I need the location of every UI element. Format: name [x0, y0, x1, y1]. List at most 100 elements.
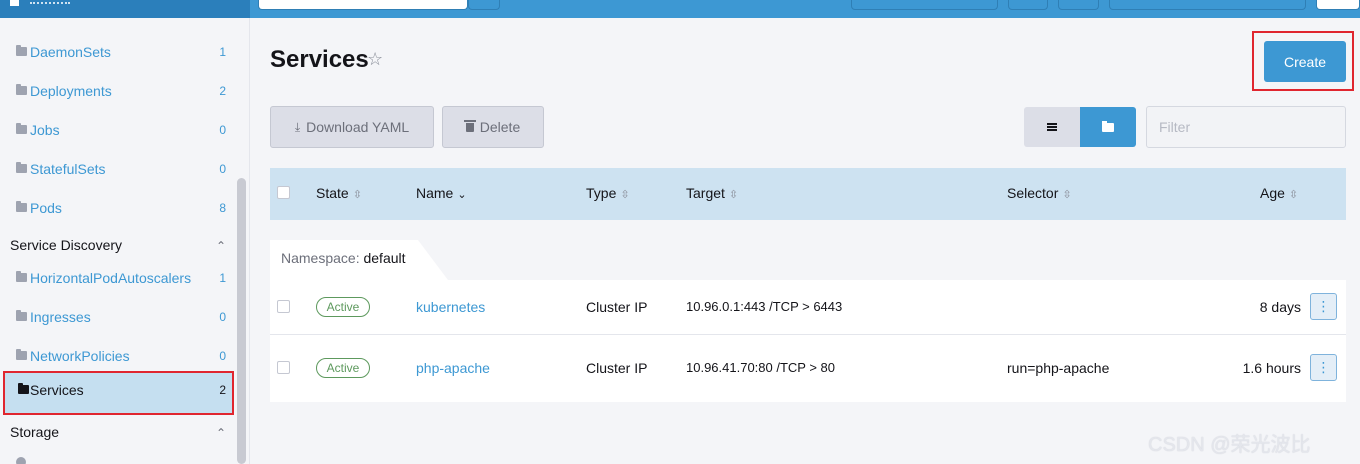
sidebar-item-pods[interactable]: Pods 8	[0, 189, 236, 227]
chevron-up-icon[interactable]: ⌃	[216, 426, 226, 440]
table-row[interactable]: Active php-apache Cluster IP 10.96.41.70…	[270, 334, 1346, 394]
select-all-checkbox[interactable]	[277, 186, 290, 199]
sidebar-item-label: Ingresses	[30, 309, 91, 325]
folder-icon	[16, 310, 27, 321]
star-icon[interactable]: ☆	[367, 49, 383, 70]
service-type: Cluster IP	[586, 360, 648, 376]
status-badge: Active	[316, 358, 370, 378]
sidebar-item-count: 1	[219, 45, 226, 59]
services-table: State ⇳ Name ⌄ Type ⇳ Target ⇳ Selector ⇳ Age…	[270, 168, 1346, 402]
download-yaml-label: Download YAML	[306, 119, 410, 135]
sidebar-item-label: HorizontalPodAutoscalers	[30, 270, 192, 286]
sidebar-item-label: DaemonSets	[30, 44, 111, 60]
column-header-target[interactable]: Target ⇳	[686, 185, 738, 201]
row-actions-button[interactable]: ⋮	[1310, 293, 1337, 320]
list-view-toggle[interactable]	[1024, 107, 1080, 147]
namespace-value: default	[363, 250, 406, 266]
sidebar-item-networkpolicies[interactable]: NetworkPolicies 0	[0, 337, 236, 375]
table-row[interactable]: Active kubernetes Cluster IP 10.96.0.1:4…	[270, 280, 1346, 340]
folder-icon	[16, 84, 27, 95]
service-age: 1.6 hours	[1242, 360, 1301, 376]
sidebar-scrollbar[interactable]	[237, 178, 246, 464]
column-label: Selector	[1007, 185, 1059, 201]
sidebar-item-daemonsets[interactable]: DaemonSets 1	[0, 33, 236, 71]
sidebar-item-count: 0	[219, 123, 226, 137]
namespace-group-label: Namespace: default	[270, 240, 448, 280]
service-target: 10.96.0.1:443 /TCP > 6443	[686, 299, 843, 314]
menu-icon[interactable]	[10, 0, 19, 6]
storage-item-icon-cropped	[16, 457, 26, 464]
sidebar-item-count: 2	[219, 84, 226, 98]
create-button[interactable]: Create	[1264, 41, 1346, 82]
delete-label: Delete	[479, 119, 521, 135]
sort-icon: ⇳	[352, 189, 362, 201]
topbar-button-1[interactable]	[851, 0, 998, 10]
column-label: Target	[686, 185, 725, 201]
sidebar-item-count: 2	[219, 383, 226, 397]
cluster-name-cropped	[30, 0, 70, 4]
user-menu-button[interactable]	[1316, 0, 1360, 10]
namespace-label: Namespace:	[281, 250, 360, 266]
sidebar-item-label: Services	[30, 382, 84, 398]
sort-down-icon: ⌄	[457, 189, 467, 201]
top-bar	[0, 0, 1360, 18]
table-header: State ⇳ Name ⌄ Type ⇳ Target ⇳ Selector ⇳ Age…	[270, 168, 1346, 220]
folder-icon	[16, 123, 27, 134]
column-label: Type	[586, 185, 617, 201]
group-by-namespace-toggle[interactable]	[1080, 107, 1136, 147]
sidebar-item-label: StatefulSets	[30, 161, 106, 177]
column-header-name[interactable]: Name ⌄	[416, 185, 467, 201]
service-name-link[interactable]: php-apache	[416, 360, 490, 376]
column-header-type[interactable]: Type ⇳	[586, 185, 630, 201]
column-label: State	[316, 185, 349, 201]
chevron-up-icon[interactable]: ⌃	[216, 239, 226, 253]
service-selector: run=php-apache	[1007, 360, 1110, 376]
sidebar-item-jobs[interactable]: Jobs 0	[0, 111, 236, 149]
sort-icon: ⇳	[728, 189, 739, 201]
sidebar-item-ingresses[interactable]: Ingresses 0	[0, 298, 236, 336]
sidebar-item-hpa[interactable]: HorizontalPodAutoscalers 1	[0, 259, 236, 297]
sidebar-item-count: 0	[219, 310, 226, 324]
sidebar-item-count: 1	[219, 271, 226, 285]
delete-button[interactable]: Delete	[442, 106, 544, 148]
sidebar-item-deployments[interactable]: Deployments 2	[0, 72, 236, 110]
sidebar-item-services[interactable]: Services 2	[3, 371, 234, 415]
folder-icon	[16, 162, 27, 173]
sort-icon: ⇳	[1288, 189, 1299, 201]
sidebar-item-label: Jobs	[30, 122, 60, 138]
service-name-link[interactable]: kubernetes	[416, 299, 485, 315]
cluster-selector[interactable]	[258, 0, 468, 10]
sort-icon: ⇳	[1062, 189, 1072, 201]
watermark: CSDN @荣光波比	[1148, 434, 1311, 456]
topbar-button-4[interactable]	[1109, 0, 1306, 10]
folder-icon	[16, 349, 27, 360]
folder-icon	[16, 45, 27, 56]
column-header-selector[interactable]: Selector ⇳	[1007, 185, 1072, 201]
folder-icon	[16, 271, 27, 282]
row-checkbox[interactable]	[277, 300, 290, 313]
list-icon	[1047, 123, 1057, 131]
status-badge: Active	[316, 297, 370, 317]
sidebar-item-count: 0	[219, 162, 226, 176]
download-yaml-button[interactable]: ⤓ Download YAML	[270, 106, 434, 148]
column-header-age[interactable]: Age ⇳	[1260, 185, 1298, 201]
folder-icon	[16, 201, 27, 212]
service-target: 10.96.41.70:80 /TCP > 80	[686, 360, 836, 375]
sidebar-group-storage[interactable]: Storage	[10, 424, 59, 440]
column-header-state[interactable]: State ⇳	[316, 185, 362, 201]
sidebar-item-count: 8	[219, 201, 226, 215]
service-age: 8 days	[1259, 299, 1301, 315]
cluster-selector-arrow[interactable]	[468, 0, 500, 10]
topbar-button-3[interactable]	[1058, 0, 1099, 10]
row-checkbox[interactable]	[277, 361, 290, 374]
sidebar-group-service-discovery[interactable]: Service Discovery	[10, 237, 122, 253]
row-actions-button[interactable]: ⋮	[1310, 354, 1337, 381]
topbar-button-2[interactable]	[1008, 0, 1048, 10]
download-icon: ⤓	[294, 119, 301, 134]
sidebar-item-label: NetworkPolicies	[30, 348, 130, 364]
sidebar-item-label: Pods	[30, 200, 62, 216]
sidebar-item-statefulsets[interactable]: StatefulSets 0	[0, 150, 236, 188]
sidebar-item-count: 0	[219, 349, 226, 363]
brand-area[interactable]	[0, 0, 250, 18]
filter-input[interactable]	[1146, 106, 1346, 148]
